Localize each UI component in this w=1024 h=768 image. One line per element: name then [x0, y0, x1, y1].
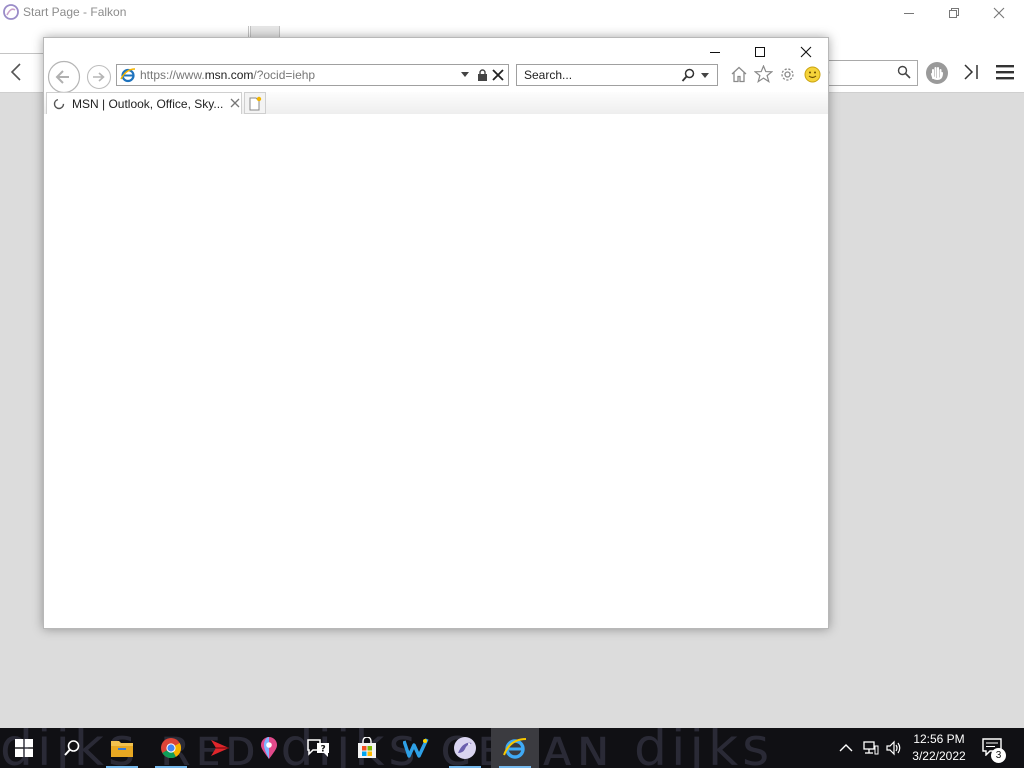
ie-minimize-button[interactable] [692, 38, 738, 66]
lock-icon[interactable] [477, 69, 488, 81]
new-tab-icon [249, 96, 262, 110]
loading-spinner-icon [53, 98, 65, 110]
home-icon[interactable] [730, 66, 748, 83]
address-bar[interactable]: https://www.msn.com/?ocid=iehp [116, 64, 509, 86]
internet-explorer-taskbar-button[interactable] [491, 728, 539, 768]
w-app-button[interactable] [392, 728, 440, 768]
tab-msn[interactable]: MSN | Outlook, Office, Sky... [46, 92, 242, 114]
favorites-star-icon[interactable] [754, 65, 773, 83]
volume-icon[interactable] [885, 740, 903, 756]
microsoft-store-button[interactable] [343, 728, 391, 768]
start-button[interactable] [0, 728, 48, 768]
falkon-logo-icon [3, 4, 19, 20]
ie-window: https://www.msn.com/?ocid=iehp Search... [43, 37, 829, 629]
store-bag-icon [358, 737, 376, 758]
minimize-icon [904, 13, 914, 14]
windows-logo-icon [15, 739, 33, 757]
notification-count-badge: 3 [991, 748, 1006, 763]
close-icon [800, 46, 812, 58]
adblock-icon[interactable] [925, 61, 949, 85]
file-explorer-button[interactable] [98, 728, 146, 768]
chrome-button[interactable] [147, 728, 195, 768]
chrome-icon [161, 738, 182, 759]
sidebar-toggle-icon[interactable] [962, 63, 980, 81]
help-chat-button[interactable]: ? [294, 728, 342, 768]
search-dropdown-icon[interactable] [701, 73, 709, 79]
clock-date: 3/22/2022 [912, 749, 966, 763]
search-button[interactable] [48, 728, 96, 768]
back-icon[interactable] [47, 60, 81, 94]
folder-icon [111, 741, 133, 757]
ie-close-button[interactable] [783, 38, 829, 66]
minimize-button[interactable] [886, 0, 932, 26]
network-icon[interactable] [862, 740, 880, 756]
hamburger-menu-icon[interactable] [995, 63, 1015, 81]
taskbar: dijks ʀᴇᴅ dijks ɢᴇʀᴀɴ dijks ? 12:56 PM 3… [0, 728, 1024, 768]
restore-icon [949, 8, 959, 18]
feedback-smiley-icon[interactable] [804, 66, 821, 83]
falkon-icon [454, 737, 476, 759]
show-hidden-icons-icon[interactable] [838, 740, 854, 756]
maps-button[interactable] [245, 728, 293, 768]
address-url: https://www.msn.com/?ocid=iehp [140, 68, 316, 82]
tab-bar: MSN | Outlook, Office, Sky... [44, 92, 828, 114]
new-tab-button[interactable] [244, 92, 266, 114]
search-input[interactable]: Search... [516, 64, 718, 86]
ie-logo-icon [120, 67, 136, 83]
red-arrow-icon [211, 740, 229, 756]
falkon-titlebar: Start Page - Falkon [0, 0, 1024, 26]
red-arrow-app-button[interactable] [196, 728, 244, 768]
search-placeholder: Search... [524, 68, 573, 82]
close-icon [993, 7, 1005, 19]
clock-time: 12:56 PM [913, 732, 965, 746]
svg-text:?: ? [321, 745, 326, 755]
tab-title: MSN | Outlook, Office, Sky... [72, 97, 224, 111]
forward-icon[interactable] [86, 64, 112, 90]
maximize-icon [755, 47, 765, 57]
back-arrow-icon[interactable] [8, 62, 26, 82]
w-app-icon [403, 738, 429, 758]
ie-maximize-button[interactable] [737, 38, 783, 66]
help-chat-icon: ? [307, 739, 329, 757]
search-icon [64, 740, 80, 756]
search-icon[interactable] [897, 65, 911, 79]
clock[interactable]: 12:56 PM 3/22/2022 [906, 731, 972, 765]
window-title: Start Page - Falkon [23, 5, 127, 19]
close-button[interactable] [976, 0, 1022, 26]
page-content[interactable] [44, 114, 828, 628]
search-icon[interactable] [681, 68, 696, 83]
minimize-icon [710, 52, 720, 53]
falkon-taskbar-button[interactable] [441, 728, 489, 768]
map-pin-icon [261, 737, 277, 759]
tools-gear-icon[interactable] [779, 66, 796, 83]
address-dropdown-icon[interactable] [461, 72, 469, 78]
stop-icon[interactable] [492, 69, 504, 81]
internet-explorer-icon [503, 738, 527, 759]
restore-button[interactable] [931, 0, 977, 26]
tab-close-icon[interactable] [230, 98, 240, 108]
